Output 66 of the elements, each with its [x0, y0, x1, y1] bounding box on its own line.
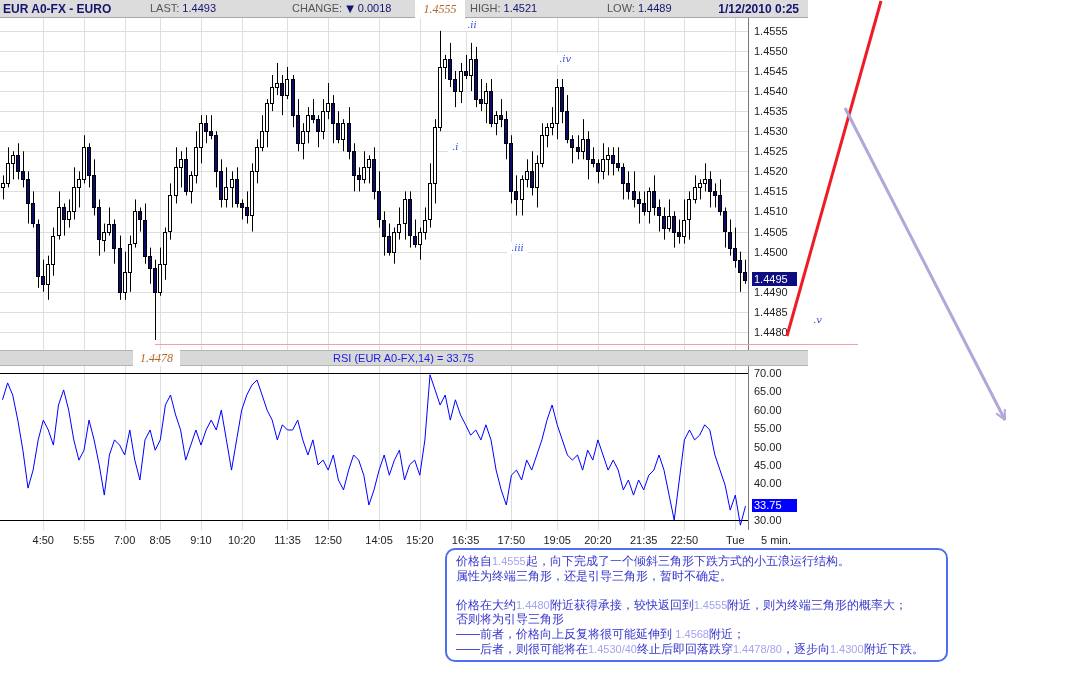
- quote-value: 1.4493: [182, 3, 216, 14]
- axis-label: 1.4520: [754, 164, 788, 179]
- axis-label: 1.4510: [754, 204, 788, 219]
- axis-label: 1.4490: [754, 284, 788, 299]
- note-text: ——前者，价格向上反复将很可能延伸到 1.4568附近；: [456, 626, 746, 642]
- axis-label: 21:35: [629, 534, 658, 547]
- axis-label: 1.4550: [754, 43, 788, 58]
- axis-label: 1.4530: [754, 124, 788, 139]
- quote-label: LAST:: [150, 3, 180, 14]
- quote-label: HIGH:: [470, 3, 501, 14]
- symbol-title: EUR A0-FX - EURO: [3, 2, 113, 15]
- axis-label: 1.4540: [754, 84, 788, 99]
- candlestick: [687, 190, 691, 241]
- axis-label: 55.00: [754, 421, 782, 436]
- axis-label: 11:35: [274, 534, 301, 547]
- axis-label: 16:35: [451, 534, 480, 547]
- axis-label: 15:20: [406, 534, 434, 547]
- note-text: ——后者，则很可能将在1.4530/40终止后即回落跌穿1.4478/80，逐步向 1.4300附近下跌。: [456, 641, 925, 657]
- axis-label: 30.00: [754, 513, 782, 528]
- last-price-tag: 1.4495: [752, 271, 797, 286]
- axis-label: 22:50: [670, 534, 699, 547]
- note-text: 否则将为引导三角形: [456, 612, 565, 627]
- axis-label: 8:05: [149, 534, 171, 547]
- interval-label: 5 min.: [761, 534, 791, 547]
- axis-label: 1.4555: [754, 23, 788, 38]
- rsi-title: RSI (EUR A0-FX,14) = 33.75: [333, 352, 474, 364]
- axis-label: 50.00: [754, 439, 782, 454]
- wave-label: .i: [448, 141, 463, 153]
- axis-label: 7:00: [113, 534, 136, 547]
- quote-label: LOW:: [607, 3, 635, 14]
- axis-label: 19:05: [543, 534, 571, 547]
- axis-label: 5:55: [73, 534, 95, 547]
- axis-label: 1.4505: [754, 224, 788, 239]
- axis-label: 60.00: [754, 402, 782, 417]
- axis-label: 45.00: [754, 457, 782, 472]
- quote-label: CHANGE:: [292, 3, 343, 14]
- axis-label: Tue: [726, 534, 745, 547]
- axis-label: 20:20: [584, 534, 612, 547]
- quote-value: 1.4489: [637, 3, 672, 14]
- axis-label: 17:50: [497, 534, 526, 547]
- axis-label: 4:50: [32, 534, 54, 547]
- triangle-icon: ▼: [346, 3, 354, 14]
- note-text: 价格自 1.4555起，向下完成了一个倾斜三角形下跌方式的小五浪运行结构。: [456, 554, 851, 569]
- axis-label: 14:05: [365, 534, 393, 547]
- axis-label: 1.4525: [754, 144, 788, 159]
- axis-label: 12:50: [314, 534, 342, 547]
- quote-value: 1.4521: [503, 3, 538, 14]
- note-text: 价格在大约1.4480附近获得承接，较快返回到1.4555附近，则为终端三角形的概率大；: [456, 597, 909, 613]
- axis-label: 1.4515: [754, 184, 788, 199]
- axis-label: 1.4480: [754, 324, 788, 339]
- axis-label: 1.4535: [754, 104, 788, 119]
- axis-label: 65.00: [754, 384, 782, 399]
- high-price-marker: 1.4555: [423, 3, 457, 15]
- last-value-tag: 33.75: [752, 499, 797, 513]
- axis-label: 1.4545: [754, 64, 788, 78]
- axis-label: 1.4485: [754, 304, 788, 319]
- note-text: 属性为终端三角形，还是引导三角形，暂时不确定。: [456, 568, 733, 584]
- quote-value: 0.0018: [357, 3, 392, 14]
- low-price-marker: 1.4478: [140, 352, 173, 364]
- axis-label: 1.4500: [754, 244, 788, 259]
- axis-label: 10:20: [227, 534, 256, 547]
- date-time: 1/12/2010 0:25: [718, 2, 800, 15]
- axis-label: 40.00: [754, 476, 782, 491]
- wave-label: .iii: [507, 242, 528, 254]
- axis-label: 9:10: [190, 534, 212, 547]
- axis-label: 70.00: [754, 366, 782, 380]
